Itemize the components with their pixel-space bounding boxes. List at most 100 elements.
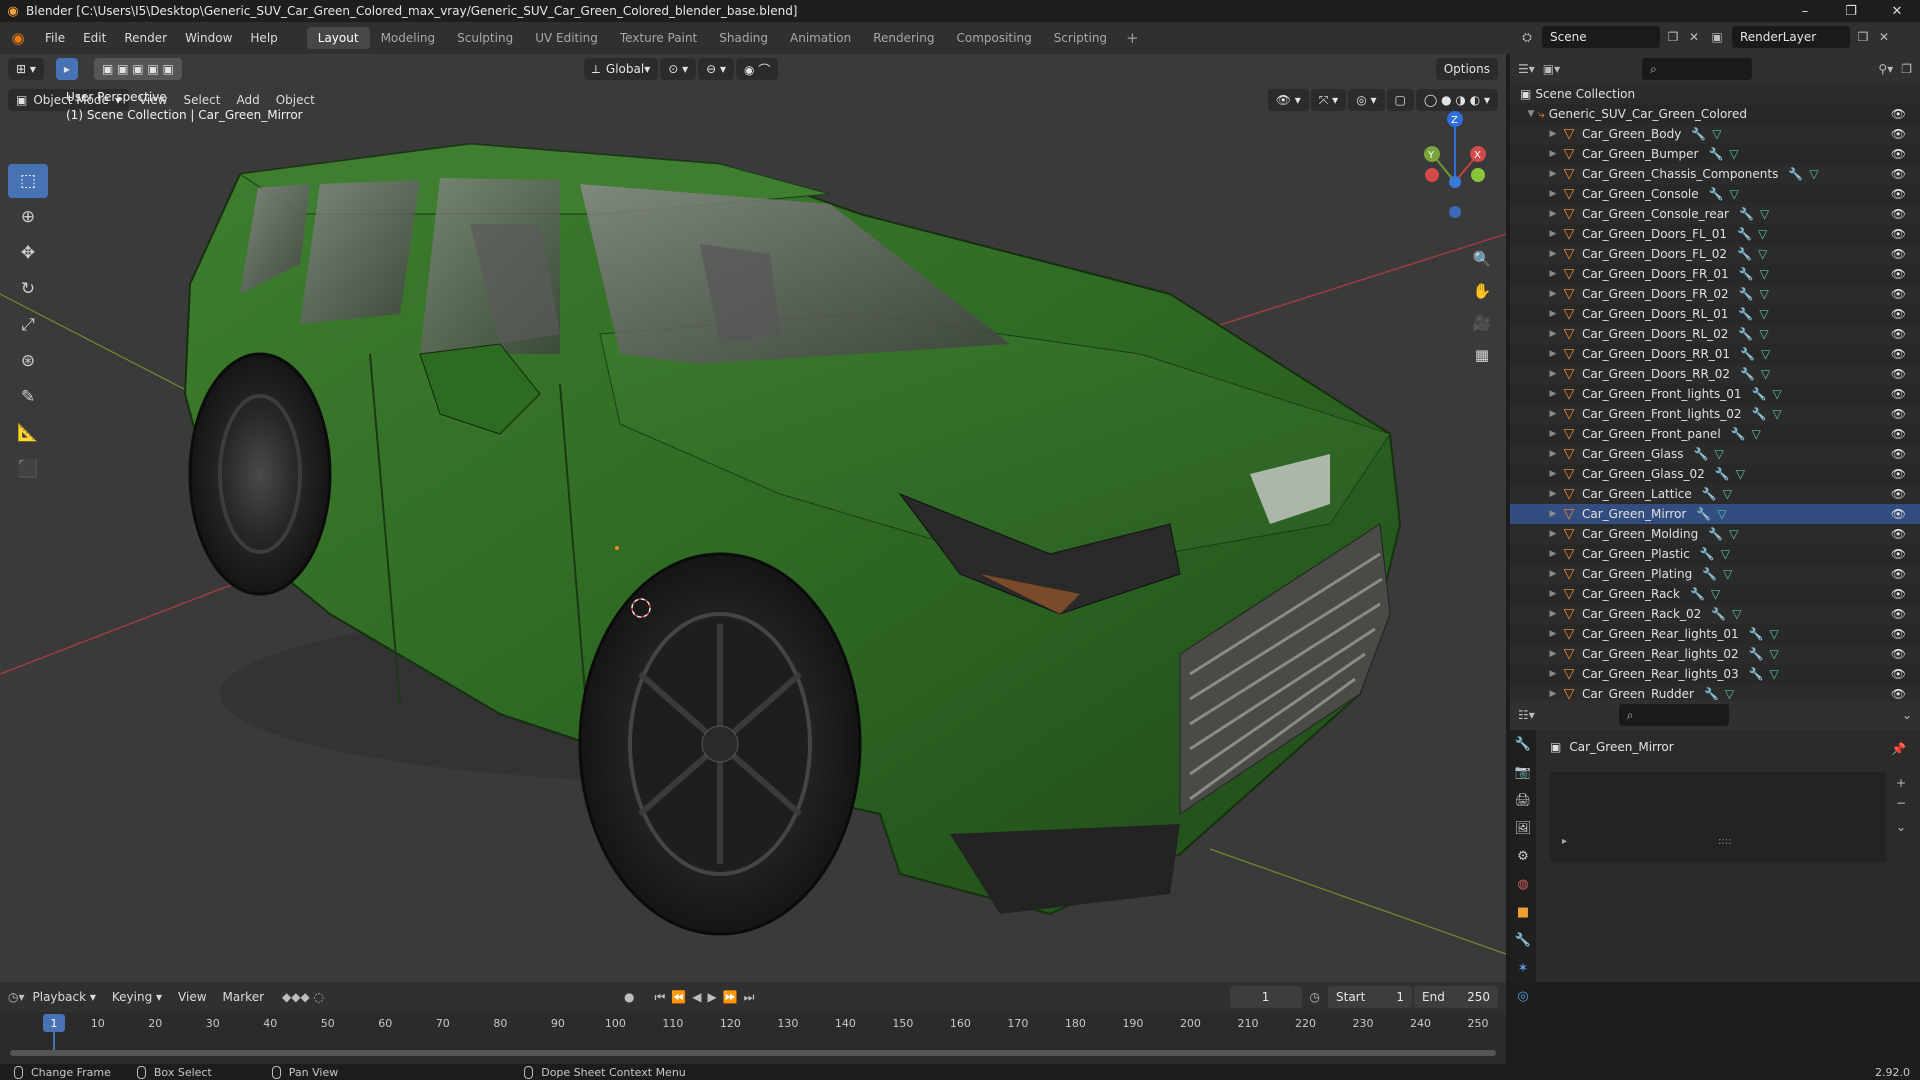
expand-arrow-icon[interactable]: ▶ [1546, 309, 1560, 319]
outliner-type-icon[interactable]: ☰▾ [1518, 62, 1535, 76]
tab-sculpting[interactable]: Sculpting [446, 27, 524, 49]
measure-tool[interactable]: 📐 [8, 416, 48, 450]
expand-arrow-icon[interactable]: ▶ [1546, 509, 1560, 519]
camera-icon[interactable]: 🎥 [1466, 308, 1498, 338]
modifier-wrench-icon[interactable]: 🔧 [1731, 427, 1746, 441]
modifier-wrench-icon[interactable]: 🔧 [1739, 267, 1754, 281]
outliner-item[interactable]: ▶ ▽ Car_Green_Body 🔧 ▽ 👁 [1510, 124, 1920, 144]
eye-icon[interactable]: 👁 [1891, 427, 1906, 441]
eye-icon[interactable]: 👁 [1891, 587, 1906, 601]
expand-arrow-icon[interactable]: ▶ [1546, 569, 1560, 579]
mesh-data-icon[interactable]: ▽ [1712, 127, 1721, 141]
render-tab-icon[interactable]: 📷 [1510, 758, 1536, 786]
eye-icon[interactable]: 👁 [1891, 287, 1906, 301]
keyframe-icons[interactable]: ◆◆◆ ◌ [282, 990, 324, 1004]
menu-edit[interactable]: Edit [74, 31, 115, 45]
mesh-data-icon[interactable]: ▽ [1717, 507, 1726, 521]
eye-icon[interactable]: 👁 [1891, 647, 1906, 661]
eye-icon[interactable]: 👁 [1891, 327, 1906, 341]
outliner-item[interactable]: ▶ ▽ Car_Green_Front_lights_02 🔧 ▽ 👁 [1510, 404, 1920, 424]
new-layer-icon[interactable]: ❐ [1854, 30, 1872, 44]
outliner-item[interactable]: ▶ ▽ Car_Green_Mirror 🔧 ▽ 👁 [1510, 504, 1920, 524]
modifier-wrench-icon[interactable]: 🔧 [1739, 207, 1754, 221]
display-mode-icon[interactable]: ▣▾ [1543, 62, 1560, 76]
new-collection-icon[interactable]: ❐ [1901, 62, 1912, 76]
expand-arrow-icon[interactable]: ▶ [1546, 269, 1560, 279]
modifier-wrench-icon[interactable]: 🔧 [1749, 627, 1764, 641]
mesh-data-icon[interactable]: ▽ [1759, 307, 1768, 321]
menu-timeline-view[interactable]: View [170, 990, 214, 1004]
eye-icon[interactable]: 👁 [1891, 387, 1906, 401]
add-cube-tool[interactable]: ⬛ [8, 452, 48, 486]
modifier-wrench-icon[interactable]: 🔧 [1694, 447, 1709, 461]
eye-icon[interactable]: 👁 [1891, 187, 1906, 201]
mesh-data-icon[interactable]: ▽ [1758, 227, 1767, 241]
eye-icon[interactable]: 👁 [1891, 687, 1906, 701]
eye-icon[interactable]: 👁 [1891, 567, 1906, 581]
remove-slot-icon[interactable]: − [1896, 796, 1906, 810]
modifier-wrench-icon[interactable]: 🔧 [1708, 147, 1723, 161]
mesh-data-icon[interactable]: ▽ [1761, 367, 1770, 381]
eye-icon[interactable]: 👁 [1891, 147, 1906, 161]
mesh-data-icon[interactable]: ▽ [1760, 267, 1769, 281]
world-tab-icon[interactable]: ◍ [1510, 870, 1536, 898]
mesh-data-icon[interactable]: ▽ [1772, 407, 1781, 421]
slot-menu-icon[interactable]: ⌄ [1896, 820, 1906, 834]
expand-arrow-icon[interactable]: ▶ [1546, 489, 1560, 499]
expand-arrow-icon[interactable]: ▶ [1546, 429, 1560, 439]
expand-arrow-icon[interactable]: ▶ [1546, 449, 1560, 459]
expand-arrow-icon[interactable]: ▸ [1562, 836, 1567, 847]
outliner-item[interactable]: ▶ ▽ Car_Green_Glass_02 🔧 ▽ 👁 [1510, 464, 1920, 484]
shading-mode-buttons[interactable]: ◯ ● ◑ ◐ ▾ [1415, 89, 1498, 111]
modifier-wrench-icon[interactable]: 🔧 [1738, 307, 1753, 321]
eye-icon[interactable]: 👁 [1891, 247, 1906, 261]
outliner-item[interactable]: ▶ ▽ Car_Green_Glass 🔧 ▽ 👁 [1510, 444, 1920, 464]
tool-tab-icon[interactable]: 🔧 [1510, 730, 1536, 758]
mesh-data-icon[interactable]: ▽ [1714, 447, 1723, 461]
add-workspace-button[interactable]: + [1118, 29, 1147, 47]
blender-menu-icon[interactable]: ◉ [0, 29, 36, 47]
expand-arrow-icon[interactable]: ▶ [1546, 529, 1560, 539]
pivot-dropdown[interactable]: ⊙ ▾ [660, 58, 697, 80]
eye-icon[interactable]: 👁 [1891, 347, 1906, 361]
view-layer-tab-icon[interactable]: 🖼 [1510, 814, 1536, 842]
modifier-wrench-icon[interactable]: 🔧 [1749, 647, 1764, 661]
tab-rendering[interactable]: Rendering [862, 27, 945, 49]
3d-viewport[interactable]: Z X Y ⊞ ▾ ▸ ▣ ▣ ▣ ▣ ▣ ⟂ Global ▾ ⊙ ▾ ⊖ ▾… [0, 54, 1506, 982]
expand-arrow-icon[interactable]: ▶ [1546, 229, 1560, 239]
playhead[interactable]: 1 [43, 1014, 65, 1032]
tab-scripting[interactable]: Scripting [1043, 27, 1118, 49]
modifier-wrench-icon[interactable]: 🔧 [1696, 507, 1711, 521]
expand-arrow-icon[interactable]: ▶ [1546, 689, 1560, 699]
menu-playback[interactable]: Playback ▾ [25, 990, 104, 1004]
transform-tool[interactable]: ⊛ [8, 344, 48, 378]
expand-arrow-icon[interactable]: ▶ [1546, 469, 1560, 479]
scale-tool[interactable]: ⤢ [8, 308, 48, 342]
modifier-wrench-icon[interactable]: 🔧 [1709, 187, 1724, 201]
outliner-item[interactable]: ▶ ▽ Car_Green_Doors_FL_01 🔧 ▽ 👁 [1510, 224, 1920, 244]
expand-arrow-icon[interactable]: ▶ [1546, 549, 1560, 559]
tab-modeling[interactable]: Modeling [370, 27, 447, 49]
expand-arrow-icon[interactable]: ▶ [1546, 369, 1560, 379]
outliner-item[interactable]: ▶ ▽ Car_Green_Plastic 🔧 ▽ 👁 [1510, 544, 1920, 564]
expand-arrow-icon[interactable]: ▶ [1546, 169, 1560, 179]
outliner-item[interactable]: ▶ ▽ Car_Green_Doors_RR_01 🔧 ▽ 👁 [1510, 344, 1920, 364]
select-box-tool[interactable]: ⬚ [8, 164, 48, 198]
zoom-icon[interactable]: 🔍 [1466, 244, 1498, 274]
mesh-data-icon[interactable]: ▽ [1760, 287, 1769, 301]
expand-arrow-icon[interactable]: ▶ [1546, 669, 1560, 679]
menu-render[interactable]: Render [115, 31, 176, 45]
rotate-tool[interactable]: ↻ [8, 272, 48, 306]
modifier-wrench-icon[interactable]: 🔧 [1737, 227, 1752, 241]
modifier-wrench-icon[interactable]: 🔧 [1738, 327, 1753, 341]
expand-arrow-icon[interactable]: ▶ [1546, 649, 1560, 659]
eye-icon[interactable]: 👁 [1891, 487, 1906, 501]
outliner-item[interactable]: ▶ ▽ Car_Green_Rack_02 🔧 ▽ 👁 [1510, 604, 1920, 624]
box-select-mode-icons[interactable]: ▣ ▣ ▣ ▣ ▣ [93, 58, 182, 80]
outliner-item[interactable]: ▶ ▽ Car_Green_Doors_FL_02 🔧 ▽ 👁 [1510, 244, 1920, 264]
mesh-data-icon[interactable]: ▽ [1759, 327, 1768, 341]
modifier-wrench-icon[interactable]: 🔧 [1749, 667, 1764, 681]
modifier-wrench-icon[interactable]: 🔧 [1739, 287, 1754, 301]
mesh-data-icon[interactable]: ▽ [1721, 547, 1730, 561]
outliner-item[interactable]: ▶ ▽ Car_Green_Rear_lights_03 🔧 ▽ 👁 [1510, 664, 1920, 684]
